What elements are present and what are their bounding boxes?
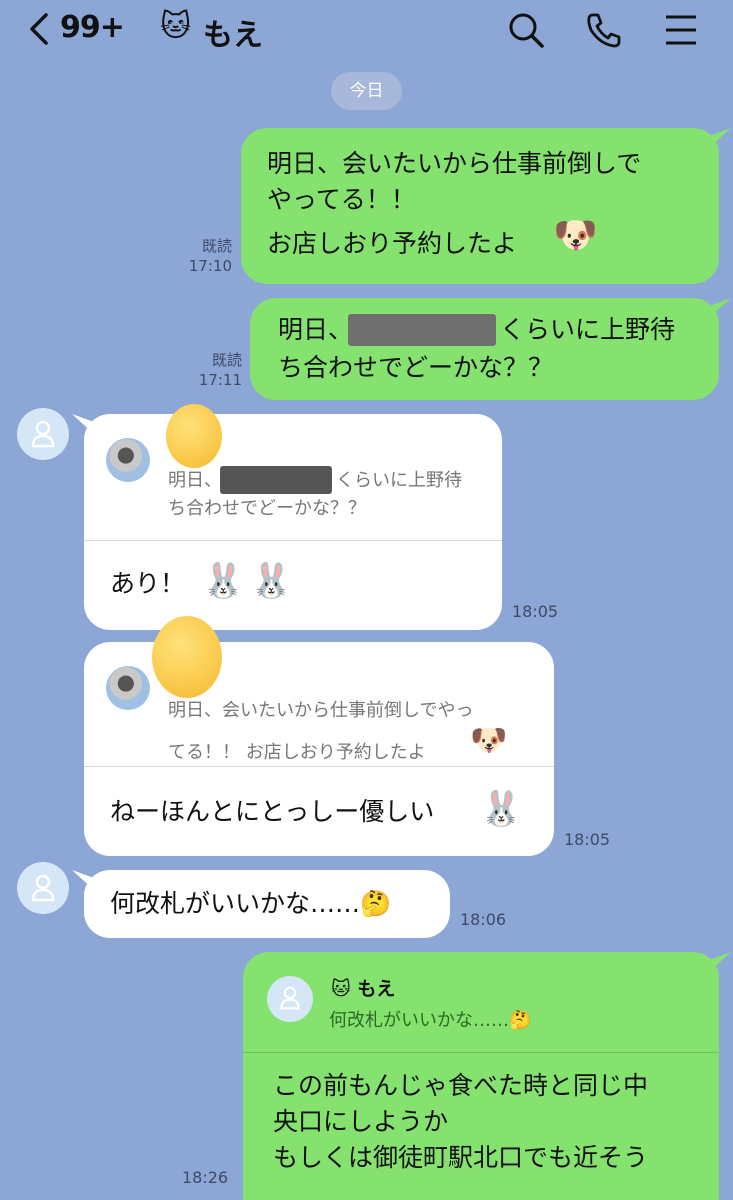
contact-name: もえ: [203, 18, 263, 53]
redacted-block: [220, 466, 332, 494]
quoted-text: 明日、: [168, 470, 222, 491]
message-text: あり！: [110, 569, 186, 598]
message-time: 18:06: [460, 910, 507, 929]
chat-header: 99+ 🐱 もえ: [0, 0, 733, 62]
sticker-dog-icon: 🐶: [553, 215, 598, 256]
message-text: 何改札がいいかな……🤔: [110, 889, 392, 918]
read-receipt: 既読: [201, 237, 232, 255]
quoted-sender: 🐱 もえ: [331, 978, 396, 1000]
sticker-dog-icon: 🐶: [470, 723, 508, 758]
message-line: お店しおり予約したよ: [267, 229, 518, 258]
person-icon: [280, 986, 300, 1010]
person-icon: [31, 420, 55, 448]
contact-avatar[interactable]: [17, 408, 69, 460]
message-time: 18:05: [512, 602, 559, 621]
emoji-face-icon: [152, 616, 222, 698]
message-line: もしくは御徒町駅北口でも近そう: [273, 1143, 649, 1172]
message-text: ねーほんとにとっしー優しい: [110, 797, 435, 826]
message-meta: 既読 17:10: [180, 236, 232, 276]
menu-icon[interactable]: [662, 10, 702, 50]
message-bubble[interactable]: 何改札がいいかな……🤔: [84, 870, 450, 938]
read-receipt: 既読: [211, 351, 242, 369]
reply-message-bubble[interactable]: 🐱 もえ 何改札がいいかな……🤔 この前もんじゃ食べた時と同じ中 央口にしようか…: [243, 952, 719, 1200]
message-time: 18:26: [182, 1168, 229, 1187]
message-line: 明日、会いたいから仕事前倒しで: [267, 149, 642, 178]
quoted-text: 明日、会いたいから仕事前倒しでやっ: [168, 700, 474, 721]
quoted-avatar: [106, 666, 150, 710]
redacted-block: [348, 314, 496, 346]
message-line: くらいに上野待: [500, 315, 676, 344]
quote-divider: [84, 540, 502, 541]
message-time: 17:11: [198, 371, 242, 389]
message-line: 明日、: [278, 315, 354, 344]
chevron-left-icon[interactable]: [26, 12, 56, 46]
sticker-bunny-icon: 🐰: [202, 561, 245, 601]
quoted-text: くらいに上野待: [336, 470, 462, 491]
message-meta: 既読 17:11: [190, 350, 242, 390]
message-bubble[interactable]: 明日、会いたいから仕事前倒しで やってる！！ お店しおり予約したよ 🐶: [241, 128, 719, 284]
message-time: 17:10: [188, 257, 232, 275]
person-icon: [31, 874, 55, 902]
quoted-avatar: [267, 976, 313, 1022]
contact-emoji: 🐱: [160, 9, 192, 44]
unread-count[interactable]: 99+: [60, 10, 125, 45]
reply-message-bubble[interactable]: 明日、 くらいに上野待 ち合わせでどーかな？？ あり！ 🐰 🐰: [84, 414, 502, 630]
quote-divider: [243, 1052, 719, 1053]
message-line: 央口にしようか: [273, 1107, 449, 1136]
message-line: やってる！！: [267, 185, 416, 214]
contact-avatar[interactable]: [17, 862, 69, 914]
quoted-text: 何改札がいいかな……🤔: [329, 1010, 532, 1031]
quoted-text: ち合わせでどーかな？？: [168, 498, 366, 519]
message-line: ち合わせでどーかな？？: [278, 353, 554, 382]
quoted-avatar: [106, 438, 150, 482]
phone-icon[interactable]: [584, 10, 624, 50]
quote-divider: [84, 766, 554, 767]
search-icon[interactable]: [506, 10, 546, 50]
sticker-bunny-icon: 🐰: [250, 561, 293, 601]
sticker-bunny-icon: 🐰: [480, 789, 523, 829]
message-time: 18:05: [564, 830, 611, 849]
message-line: この前もんじゃ食べた時と同じ中: [273, 1071, 649, 1100]
quoted-text: てる！！ お店しおり予約したよ: [168, 742, 426, 763]
emoji-face-icon: [166, 404, 222, 468]
message-bubble[interactable]: 明日、 くらいに上野待 ち合わせでどーかな？？: [250, 298, 719, 400]
date-separator: 今日: [331, 72, 402, 110]
